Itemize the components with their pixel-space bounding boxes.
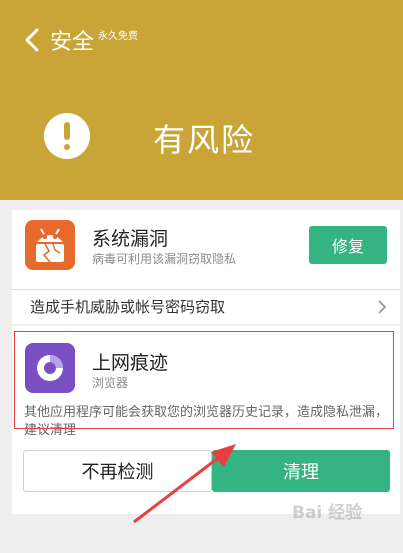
fix-button[interactable]: 修复 <box>309 226 387 264</box>
clean-button[interactable]: 清理 <box>212 450 390 492</box>
threat-row[interactable]: 造成手机威胁或帐号密码窃取 <box>12 290 400 324</box>
free-tag: 永久免费 <box>98 31 138 42</box>
threat-text: 造成手机威胁或帐号密码窃取 <box>30 298 226 316</box>
annotation-highlight-box <box>14 331 394 429</box>
header: 安全 永久免费 有风险 <box>0 0 403 200</box>
vulnerability-card: 系统漏洞 病毒可利用该漏洞窃取隐私 修复 造成手机威胁或帐号密码窃取 <box>12 210 400 324</box>
warning-icon <box>44 113 90 159</box>
android-broken-icon <box>25 220 75 270</box>
chevron-right-icon <box>378 300 387 314</box>
item-subtitle: 病毒可利用该漏洞窃取隐私 <box>92 252 237 266</box>
item-title: 系统漏洞 <box>92 228 169 250</box>
back-arrow-icon[interactable] <box>22 26 46 54</box>
risk-status: 有风险 <box>153 121 256 159</box>
page-title: 安全 <box>50 30 95 55</box>
stop-detect-button[interactable]: 不再检测 <box>23 450 212 492</box>
watermark: Bai 经验 <box>292 503 363 523</box>
